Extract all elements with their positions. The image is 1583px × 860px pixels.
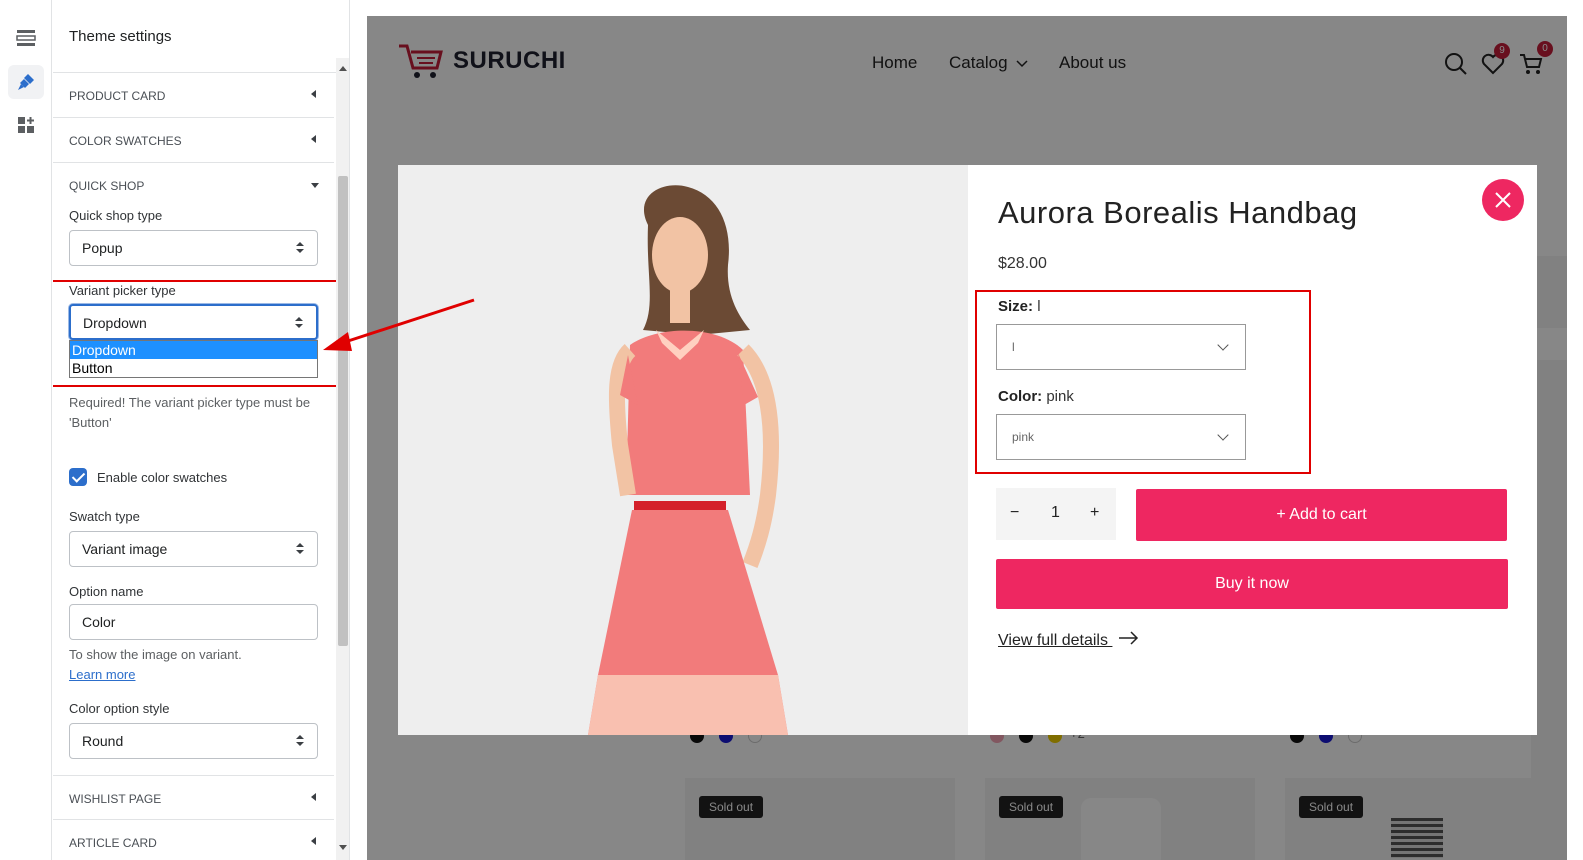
model-figure [398, 165, 968, 735]
qty-minus-button[interactable]: − [1010, 504, 1019, 522]
section-label: ARTICLE CARD [69, 836, 157, 850]
scroll-down-icon[interactable] [339, 845, 347, 850]
caret-left-icon [311, 135, 316, 143]
close-button[interactable] [1482, 179, 1524, 221]
quick-shop-modal: Aurora Borealis Handbag $28.00 Size: l l… [398, 165, 1537, 735]
link-label: View full details [998, 632, 1108, 649]
color-option-style-label: Color option style [69, 701, 170, 716]
store-preview: SURUCHI Home Catalog About us 9 0 +2 [351, 0, 1583, 860]
qty-plus-button[interactable]: + [1090, 504, 1099, 522]
select-value: Popup [82, 240, 123, 256]
theme-settings-panel: Theme settings PRODUCT CARD COLOR SWATCH… [53, 0, 350, 860]
sections-icon[interactable] [8, 21, 44, 55]
section-label: COLOR SWATCHES [69, 134, 182, 148]
quick-shop-type-label: Quick shop type [69, 208, 163, 223]
storefront: SURUCHI Home Catalog About us 9 0 +2 [367, 16, 1567, 860]
help-text: To show the image on variant. [69, 647, 242, 662]
caret-left-icon [311, 837, 316, 845]
color-option-style-select[interactable]: Round [69, 723, 318, 759]
select-arrows-icon [296, 543, 304, 555]
select-arrows-icon [296, 242, 304, 254]
option-name-input[interactable]: Color [69, 604, 318, 640]
select-value: Variant image [82, 541, 168, 557]
quantity-stepper: − 1 + [996, 488, 1116, 540]
scrollbar-thumb[interactable] [338, 176, 348, 646]
add-to-cart-button[interactable]: + Add to cart [1136, 489, 1507, 541]
option-name-help: To show the image on variant. Learn more [69, 645, 319, 685]
theme-settings-brush-icon[interactable] [8, 65, 44, 99]
option-name-label: Option name [69, 584, 144, 599]
section-color-swatches[interactable]: COLOR SWATCHES [53, 118, 334, 163]
qty-value[interactable]: 1 [1051, 504, 1060, 522]
highlight-box [975, 290, 1311, 474]
section-product-card[interactable]: PRODUCT CARD [53, 73, 334, 118]
arrow-right-icon [1119, 631, 1139, 645]
close-icon [1495, 192, 1511, 208]
caret-left-icon [311, 90, 316, 98]
swatch-type-select[interactable]: Variant image [69, 531, 318, 567]
highlight-box [53, 280, 349, 387]
enable-swatches-label: Enable color swatches [97, 470, 228, 485]
select-arrows-icon [296, 735, 304, 747]
section-article-card[interactable]: ARTICLE CARD [53, 820, 334, 860]
select-value: Round [82, 733, 124, 749]
caret-down-icon [311, 183, 319, 188]
apps-add-icon[interactable] [8, 108, 44, 142]
sidebar-rail [0, 0, 52, 860]
section-quick-shop[interactable]: QUICK SHOP [53, 163, 334, 208]
product-title: Aurora Borealis Handbag [998, 195, 1358, 230]
section-label: WISHLIST PAGE [69, 792, 162, 806]
section-wishlist-page[interactable]: WISHLIST PAGE [53, 775, 334, 820]
view-full-details-link[interactable]: View full details [998, 631, 1140, 650]
caret-left-icon [311, 793, 316, 801]
scroll-up-icon[interactable] [339, 66, 347, 71]
buy-now-button[interactable]: Buy it now [996, 559, 1508, 609]
section-label: QUICK SHOP [69, 179, 145, 193]
panel-title: Theme settings [53, 0, 349, 73]
section-label: PRODUCT CARD [69, 89, 166, 103]
product-price: $28.00 [998, 255, 1047, 272]
enable-swatches-checkbox[interactable] [69, 468, 87, 486]
product-image [398, 165, 968, 735]
swatch-type-label: Swatch type [69, 509, 140, 524]
learn-more-link[interactable]: Learn more [69, 667, 135, 682]
quick-shop-type-select[interactable]: Popup [69, 230, 318, 266]
panel-scrollbar[interactable] [336, 58, 349, 860]
variant-picker-help: Required! The variant picker type must b… [69, 395, 311, 430]
